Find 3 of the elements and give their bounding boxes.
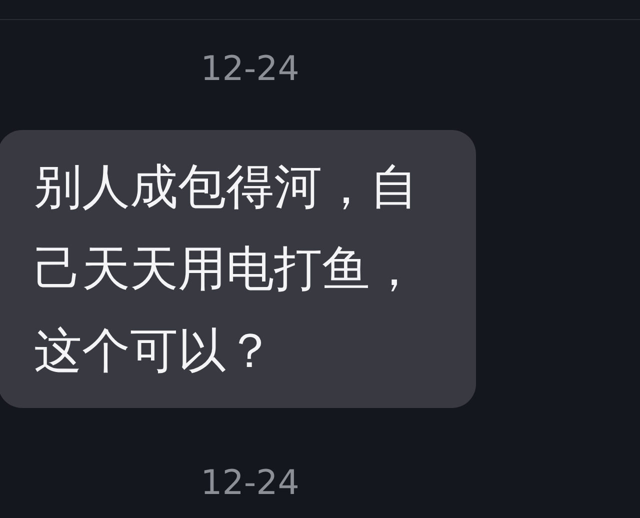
date-label: 12-24 xyxy=(200,52,300,86)
date-label: 12-24 xyxy=(200,466,300,500)
message-bubble: 别人成包得河，自己天天用电打鱼，这个可以？ xyxy=(0,130,476,408)
